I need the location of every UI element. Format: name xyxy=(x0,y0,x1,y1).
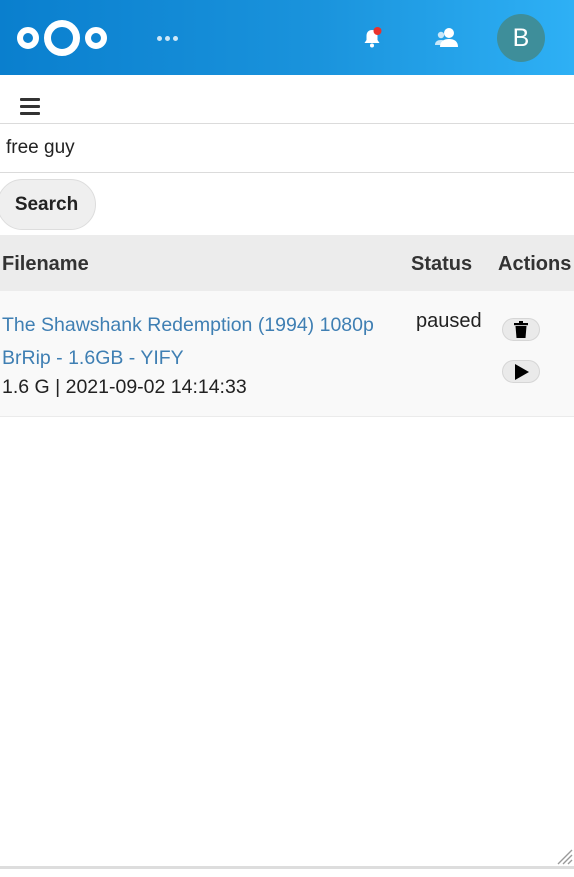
column-header-filename[interactable]: Filename xyxy=(2,253,89,276)
resume-button[interactable] xyxy=(502,360,540,383)
header-bar: B xyxy=(0,0,574,75)
bottom-border xyxy=(0,866,574,869)
bell-icon[interactable] xyxy=(360,26,384,50)
resize-handle-icon[interactable] xyxy=(556,848,573,865)
column-header-status[interactable]: Status xyxy=(411,253,472,276)
search-input[interactable] xyxy=(0,124,574,173)
delete-button[interactable] xyxy=(502,318,540,341)
search-button[interactable]: Search xyxy=(0,179,96,230)
status-text: paused xyxy=(416,310,482,332)
trash-icon xyxy=(514,321,528,338)
nextcloud-logo-icon[interactable] xyxy=(16,16,108,60)
hamburger-menu-icon[interactable] xyxy=(20,98,40,116)
play-icon xyxy=(515,363,529,380)
contacts-icon[interactable] xyxy=(434,26,460,50)
user-avatar[interactable]: B xyxy=(497,14,545,62)
file-meta: 1.6 G | 2021-09-02 14:14:33 xyxy=(2,376,247,398)
table-row: The Shawshank Redemption (1994) 1080p Br… xyxy=(0,291,574,417)
more-apps-icon[interactable] xyxy=(154,26,180,50)
notification-dot xyxy=(373,27,382,35)
table-header: Filename Status Actions xyxy=(0,235,574,291)
filename-link[interactable]: The Shawshank Redemption (1994) 1080p Br… xyxy=(2,309,397,375)
column-header-actions: Actions xyxy=(498,253,572,275)
